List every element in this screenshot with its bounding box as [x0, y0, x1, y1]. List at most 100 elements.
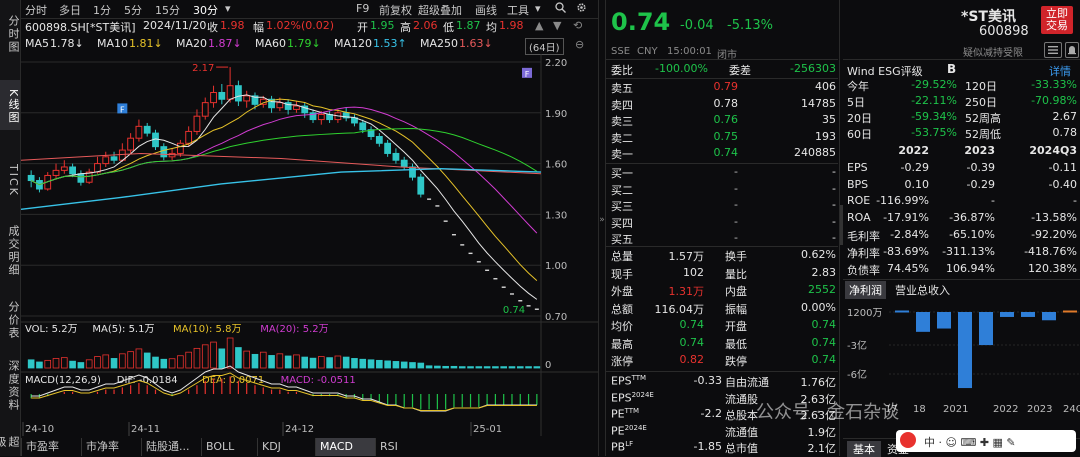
- chevron-down-icon[interactable]: ▾: [225, 2, 231, 15]
- indicator-tab-0[interactable]: 市盈率: [21, 438, 81, 456]
- bid-row[interactable]: 买四 - -: [611, 215, 836, 231]
- ask-row[interactable]: 卖一 0.74 240885: [611, 146, 836, 162]
- up-icon[interactable]: ▲: [535, 19, 543, 32]
- down-icon[interactable]: ▼: [553, 19, 561, 32]
- stats-row: 均价 0.74 开盘 0.74: [611, 318, 836, 334]
- vol-bar: [85, 359, 93, 369]
- f9-button[interactable]: F9: [356, 2, 369, 15]
- book-volume: 35: [822, 113, 836, 126]
- fund-value: 1.76亿: [800, 376, 837, 389]
- return-label: 5日: [847, 96, 865, 109]
- fuquan-button[interactable]: 前复权: [379, 2, 412, 18]
- alert-icon[interactable]: [1065, 42, 1079, 58]
- bid-row[interactable]: 买五 - -: [611, 231, 836, 247]
- fund-label: 流通值: [725, 425, 758, 439]
- vol-bar: [77, 362, 85, 369]
- esg-detail-link[interactable]: 详情: [1049, 63, 1071, 79]
- stats-row: 涨停 0.82 跌停 0.74: [611, 353, 836, 369]
- weibi-value: -100.00%: [655, 62, 708, 75]
- indicator-tab-1[interactable]: 市净率: [81, 438, 141, 456]
- fin-value: -17.91%: [883, 211, 929, 225]
- minus-icon[interactable]: ⊖: [575, 38, 584, 51]
- ime-icons[interactable]: 中 · ☺ ⌨ ✚ ▦ ✎: [924, 434, 1016, 450]
- back-icon[interactable]: ⟲: [573, 19, 582, 32]
- book-volume: 240885: [794, 146, 836, 159]
- weibi-row: 委比 -100.00% 委差 -256303: [611, 62, 836, 78]
- info-icon[interactable]: [1044, 42, 1062, 58]
- book-price: 0.76: [713, 113, 739, 126]
- vol-bar: [177, 355, 184, 369]
- vol-bar: [259, 351, 267, 369]
- tab-net-profit[interactable]: 净利润: [845, 281, 886, 299]
- fin-label: ROA: [847, 211, 871, 225]
- fin-row: ROE -116.99% - -: [847, 194, 1077, 210]
- candle-body: [218, 91, 226, 100]
- left-tab-0[interactable]: 分时图: [0, 2, 20, 62]
- tab-multiday[interactable]: 多日: [59, 2, 81, 18]
- return-value: -53.75%: [911, 126, 957, 139]
- vol-bar: [185, 351, 192, 369]
- chevron-down-icon[interactable]: ▾: [535, 2, 541, 15]
- fund-label: 自由流通: [725, 376, 769, 389]
- vol-bar: [409, 362, 416, 369]
- fund-label-text: PE: [611, 407, 625, 421]
- left-tab-5[interactable]: 深度资料: [0, 354, 20, 414]
- fin-year: 2023: [964, 144, 995, 157]
- indicator-tab-5[interactable]: MACD: [315, 438, 375, 456]
- period-badge[interactable]: (64日): [525, 38, 564, 55]
- trade-now-button[interactable]: 立即交易: [1041, 6, 1073, 34]
- chart-area[interactable]: 2.20 1.90 1.60 1.30 1.00 0.70 2.17 0.74 F F VOL: 5…: [21, 54, 598, 436]
- vol-bar: [326, 357, 333, 369]
- gear-icon[interactable]: [576, 2, 587, 16]
- stat-value: 2.83: [811, 265, 837, 279]
- candle-body: [110, 156, 118, 161]
- search-icon[interactable]: [555, 2, 566, 16]
- x-tick-label: 24-12: [285, 424, 314, 435]
- book-price: -: [734, 181, 738, 195]
- tab-30min[interactable]: 30分: [193, 2, 218, 18]
- vol-bar: [44, 359, 52, 369]
- stat-label: 最低: [725, 337, 747, 351]
- vol-bar: [226, 337, 234, 369]
- stock-name: *ST美讯: [961, 9, 1016, 25]
- tab-5min[interactable]: 5分: [124, 2, 142, 18]
- ask-row[interactable]: 卖四 0.78 14785: [611, 97, 836, 113]
- candle-body: [276, 102, 284, 109]
- tab-fenshi[interactable]: 分时: [25, 2, 47, 18]
- return-row: 今年 -29.52% 120日 -33.33%: [847, 78, 1077, 94]
- rev-y-tick: 1200万: [847, 308, 882, 319]
- tab-1min[interactable]: 1分: [93, 2, 111, 18]
- ma-value-4: 1.53↑: [373, 37, 407, 50]
- ask-row[interactable]: 卖三 0.76 35: [611, 113, 836, 129]
- tab-basic[interactable]: 基本: [847, 441, 881, 457]
- indicator-tab-4[interactable]: KDJ: [257, 438, 315, 456]
- bid-row[interactable]: 买二 - -: [611, 182, 836, 198]
- left-tab-6[interactable]: 超级: [0, 426, 20, 454]
- tab-15min[interactable]: 15分: [155, 2, 180, 18]
- vol-bar: [483, 366, 491, 369]
- bid-row[interactable]: 买一 - -: [611, 165, 836, 181]
- stat-label: 总量: [611, 250, 633, 263]
- left-tab-4[interactable]: 分价表: [0, 294, 20, 342]
- vol-bar: [36, 361, 43, 369]
- tools-button[interactable]: 工具: [507, 2, 529, 18]
- indicator-tab-3[interactable]: BOLL: [201, 438, 257, 456]
- trade-note: 疑似减持受限: [963, 48, 1023, 59]
- stat-label: 现手: [611, 267, 633, 281]
- return-value: -29.52%: [911, 78, 957, 91]
- indicator-tab-6[interactable]: RSI: [375, 438, 423, 456]
- vol-bar: [27, 359, 35, 369]
- drawline-button[interactable]: 画线: [475, 2, 497, 18]
- left-tab-1[interactable]: K线图: [0, 80, 20, 130]
- left-tab-2[interactable]: TICK: [0, 148, 20, 208]
- fin-value: -311.13%: [942, 244, 995, 258]
- left-tab-3[interactable]: 成交明细: [0, 218, 20, 280]
- rev-x-tick: 24Q3: [1063, 404, 1080, 415]
- ask-row[interactable]: 卖二 0.75 193: [611, 130, 836, 146]
- overlay-button[interactable]: 超级叠加: [418, 2, 462, 18]
- tab-revenue[interactable]: 营业总收入: [895, 282, 950, 298]
- ask-row[interactable]: 卖五 0.79 406: [611, 80, 836, 96]
- bid-row[interactable]: 买三 - -: [611, 198, 836, 214]
- indicator-tab-2[interactable]: 陆股通...: [141, 438, 201, 456]
- last-price: 0.74: [611, 8, 671, 36]
